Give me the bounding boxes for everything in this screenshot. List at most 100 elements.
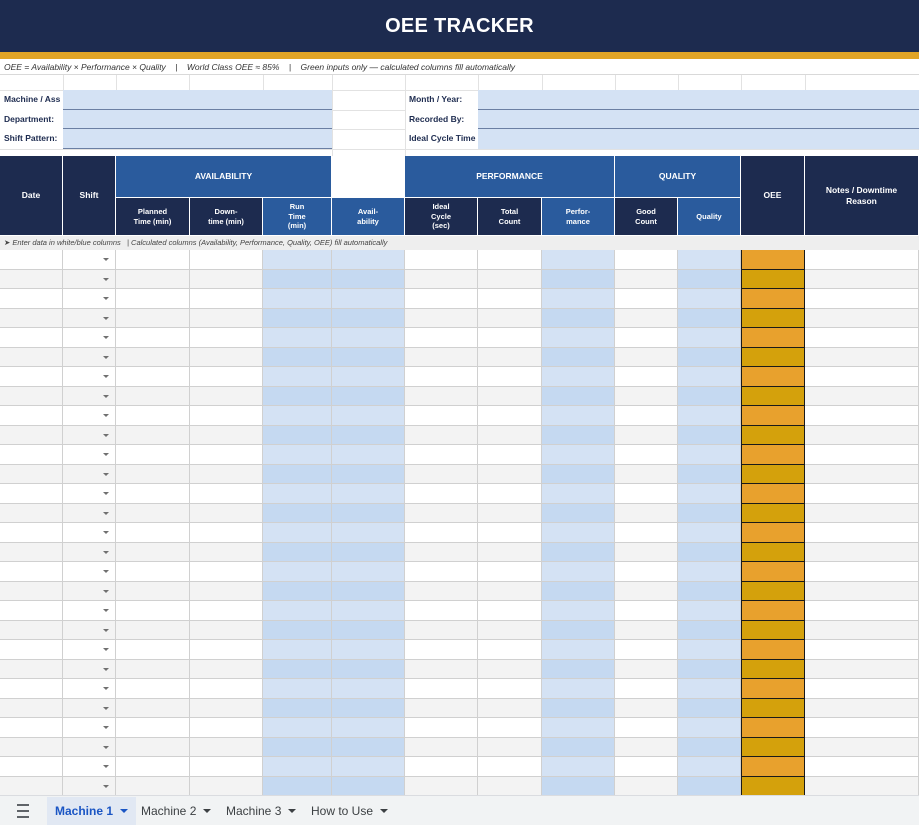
dropdown-arrow-icon[interactable] <box>103 336 109 339</box>
good-count-cell[interactable] <box>615 640 678 660</box>
good-count-cell[interactable] <box>615 445 678 465</box>
planned-time-cell[interactable] <box>116 406 190 426</box>
shift-select[interactable] <box>63 250 116 270</box>
notes-cell[interactable] <box>805 328 919 348</box>
good-count-cell[interactable] <box>615 464 678 484</box>
shift-select[interactable] <box>63 601 116 621</box>
planned-time-cell[interactable] <box>116 640 190 660</box>
good-count-cell[interactable] <box>615 737 678 757</box>
ideal-cycle-cell[interactable] <box>405 601 478 621</box>
dropdown-arrow-icon[interactable] <box>103 316 109 320</box>
dropdown-arrow-icon[interactable] <box>103 472 109 476</box>
tab-machine-2[interactable]: Machine 2 <box>133 797 219 825</box>
downtime-cell[interactable] <box>190 269 263 289</box>
good-count-cell[interactable] <box>615 308 678 328</box>
good-count-cell[interactable] <box>615 484 678 504</box>
good-count-cell[interactable] <box>615 386 678 406</box>
total-count-cell[interactable] <box>478 523 542 543</box>
notes-cell[interactable] <box>805 406 919 426</box>
shift-select[interactable] <box>63 659 116 679</box>
month-year-field[interactable] <box>478 90 919 110</box>
date-cell[interactable] <box>0 640 63 660</box>
date-cell[interactable] <box>0 328 63 348</box>
date-cell[interactable] <box>0 269 63 289</box>
shift-select[interactable] <box>63 581 116 601</box>
dropdown-arrow-icon[interactable] <box>103 726 109 729</box>
planned-time-cell[interactable] <box>116 718 190 738</box>
notes-cell[interactable] <box>805 308 919 328</box>
ideal-cycle-cell[interactable] <box>405 620 478 640</box>
ideal-cycle-cell[interactable] <box>405 308 478 328</box>
total-count-cell[interactable] <box>478 737 542 757</box>
planned-time-cell[interactable] <box>116 445 190 465</box>
shift-select[interactable] <box>63 367 116 387</box>
dropdown-arrow-icon[interactable] <box>103 648 109 651</box>
downtime-cell[interactable] <box>190 776 263 795</box>
notes-cell[interactable] <box>805 250 919 270</box>
good-count-cell[interactable] <box>615 503 678 523</box>
total-count-cell[interactable] <box>478 620 542 640</box>
ideal-cycle-field[interactable] <box>478 129 919 149</box>
notes-cell[interactable] <box>805 620 919 640</box>
notes-cell[interactable] <box>805 737 919 757</box>
notes-cell[interactable] <box>805 718 919 738</box>
date-cell[interactable] <box>0 718 63 738</box>
shift-select[interactable] <box>63 757 116 777</box>
date-cell[interactable] <box>0 562 63 582</box>
date-cell[interactable] <box>0 250 63 270</box>
total-count-cell[interactable] <box>478 640 542 660</box>
dropdown-arrow-icon[interactable] <box>103 589 109 593</box>
planned-time-cell[interactable] <box>116 698 190 718</box>
planned-time-cell[interactable] <box>116 484 190 504</box>
dropdown-arrow-icon[interactable] <box>103 531 109 534</box>
good-count-cell[interactable] <box>615 406 678 426</box>
recorded-by-field[interactable] <box>478 110 919 129</box>
hamburger-menu-icon[interactable] <box>10 803 36 819</box>
ideal-cycle-cell[interactable] <box>405 269 478 289</box>
planned-time-cell[interactable] <box>116 250 190 270</box>
date-cell[interactable] <box>0 737 63 757</box>
shift-select[interactable] <box>63 737 116 757</box>
dropdown-arrow-icon[interactable] <box>103 511 109 515</box>
downtime-cell[interactable] <box>190 445 263 465</box>
planned-time-cell[interactable] <box>116 581 190 601</box>
ideal-cycle-cell[interactable] <box>405 776 478 795</box>
dropdown-arrow-icon[interactable] <box>103 277 109 281</box>
ideal-cycle-cell[interactable] <box>405 406 478 426</box>
ideal-cycle-cell[interactable] <box>405 737 478 757</box>
ideal-cycle-cell[interactable] <box>405 367 478 387</box>
tab-how-to-use[interactable]: How to Use <box>303 797 396 825</box>
ideal-cycle-cell[interactable] <box>405 250 478 270</box>
downtime-cell[interactable] <box>190 757 263 777</box>
total-count-cell[interactable] <box>478 445 542 465</box>
total-count-cell[interactable] <box>478 464 542 484</box>
downtime-cell[interactable] <box>190 523 263 543</box>
downtime-cell[interactable] <box>190 718 263 738</box>
downtime-cell[interactable] <box>190 679 263 699</box>
dropdown-arrow-icon[interactable] <box>103 667 109 671</box>
planned-time-cell[interactable] <box>116 269 190 289</box>
dropdown-arrow-icon[interactable] <box>103 609 109 612</box>
notes-cell[interactable] <box>805 289 919 309</box>
total-count-cell[interactable] <box>478 484 542 504</box>
notes-cell[interactable] <box>805 698 919 718</box>
downtime-cell[interactable] <box>190 328 263 348</box>
good-count-cell[interactable] <box>615 620 678 640</box>
notes-cell[interactable] <box>805 757 919 777</box>
total-count-cell[interactable] <box>478 308 542 328</box>
date-cell[interactable] <box>0 776 63 795</box>
planned-time-cell[interactable] <box>116 367 190 387</box>
notes-cell[interactable] <box>805 601 919 621</box>
good-count-cell[interactable] <box>615 269 678 289</box>
total-count-cell[interactable] <box>478 386 542 406</box>
planned-time-cell[interactable] <box>116 523 190 543</box>
planned-time-cell[interactable] <box>116 328 190 348</box>
total-count-cell[interactable] <box>478 581 542 601</box>
date-cell[interactable] <box>0 523 63 543</box>
notes-cell[interactable] <box>805 581 919 601</box>
ideal-cycle-cell[interactable] <box>405 464 478 484</box>
dropdown-arrow-icon[interactable] <box>103 297 109 300</box>
dropdown-arrow-icon[interactable] <box>103 628 109 632</box>
total-count-cell[interactable] <box>478 250 542 270</box>
planned-time-cell[interactable] <box>116 659 190 679</box>
